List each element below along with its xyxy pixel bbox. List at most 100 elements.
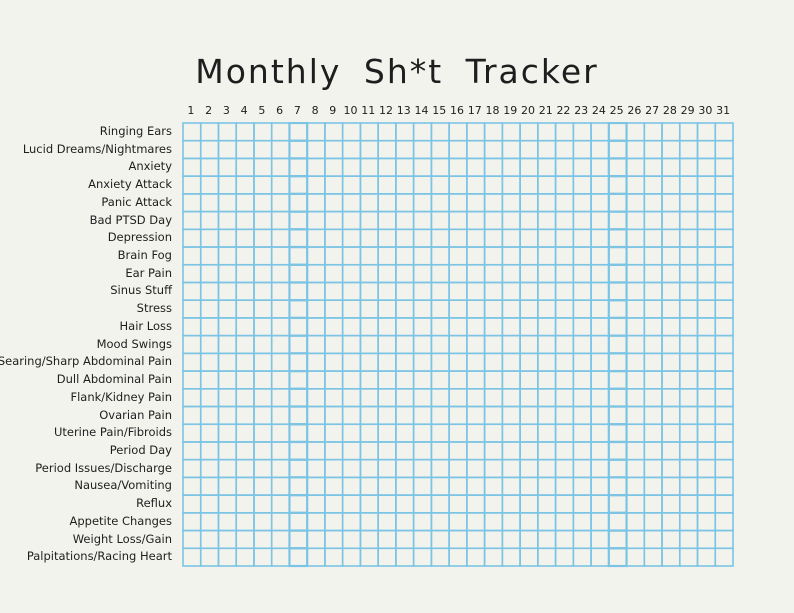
tracker-cell[interactable] — [306, 334, 326, 355]
tracker-cell[interactable] — [466, 246, 486, 266]
tracker-cell[interactable] — [661, 405, 681, 426]
tracker-cell[interactable] — [359, 175, 379, 195]
tracker-cell[interactable] — [466, 405, 486, 426]
tracker-cell[interactable] — [537, 352, 557, 372]
tracker-cell[interactable] — [643, 352, 663, 372]
tracker-cell[interactable] — [235, 370, 255, 390]
tracker-cell[interactable] — [199, 246, 220, 266]
tracker-cell[interactable] — [182, 370, 202, 390]
tracker-cell[interactable] — [253, 441, 273, 461]
tracker-cell[interactable] — [554, 352, 575, 372]
tracker-cell[interactable] — [554, 387, 575, 408]
tracker-cell[interactable] — [217, 139, 238, 160]
tracker-cell[interactable] — [324, 529, 344, 550]
tracker-cell[interactable] — [625, 122, 646, 142]
tracker-cell[interactable] — [519, 441, 539, 461]
tracker-cell[interactable] — [377, 512, 397, 532]
tracker-cell[interactable] — [696, 139, 717, 160]
tracker-cell[interactable] — [412, 193, 433, 213]
tracker-cell[interactable] — [395, 441, 415, 461]
tracker-cell[interactable] — [643, 210, 663, 231]
tracker-cell[interactable] — [270, 263, 291, 284]
tracker-cell[interactable] — [324, 334, 344, 355]
tracker-cell[interactable] — [714, 352, 734, 372]
tracker-cell[interactable] — [607, 263, 628, 284]
tracker-cell[interactable] — [430, 476, 450, 496]
tracker-cell[interactable] — [696, 387, 717, 408]
tracker-cell[interactable] — [395, 139, 415, 160]
tracker-cell[interactable] — [537, 175, 557, 195]
tracker-cell[interactable] — [483, 547, 504, 567]
tracker-cell[interactable] — [483, 317, 504, 337]
tracker-cell[interactable] — [572, 512, 592, 532]
tracker-cell[interactable] — [661, 458, 681, 479]
tracker-cell[interactable] — [590, 405, 610, 426]
tracker-cell[interactable] — [483, 370, 504, 390]
tracker-cell[interactable] — [696, 334, 717, 355]
tracker-cell[interactable] — [235, 281, 255, 301]
tracker-cell[interactable] — [288, 192, 309, 213]
tracker-cell[interactable] — [466, 334, 486, 355]
tracker-cell[interactable] — [607, 139, 628, 160]
tracker-cell[interactable] — [643, 370, 663, 390]
tracker-cell[interactable] — [696, 193, 717, 213]
tracker-cell[interactable] — [270, 210, 291, 231]
tracker-cell[interactable] — [217, 405, 238, 426]
tracker-cell[interactable] — [537, 299, 557, 319]
tracker-cell[interactable] — [341, 334, 362, 355]
tracker-cell[interactable] — [270, 157, 291, 177]
tracker-cell[interactable] — [590, 334, 610, 355]
tracker-cell[interactable] — [253, 458, 273, 479]
tracker-cell[interactable] — [519, 334, 539, 355]
tracker-cell[interactable] — [696, 122, 717, 142]
tracker-cell[interactable] — [182, 405, 202, 426]
tracker-cell[interactable] — [466, 547, 486, 567]
tracker-cell[interactable] — [714, 317, 734, 337]
tracker-cell[interactable] — [395, 317, 415, 337]
tracker-cell[interactable] — [572, 122, 592, 142]
tracker-cell[interactable] — [643, 458, 663, 479]
tracker-cell[interactable] — [448, 476, 468, 496]
tracker-cell[interactable] — [430, 299, 450, 319]
tracker-cell[interactable] — [607, 210, 628, 231]
tracker-cell[interactable] — [643, 263, 663, 284]
tracker-cell[interactable] — [359, 405, 379, 426]
tracker-cell[interactable] — [253, 476, 273, 496]
tracker-cell[interactable] — [554, 193, 575, 213]
tracker-cell[interactable] — [377, 122, 397, 142]
tracker-cell[interactable] — [341, 139, 362, 160]
tracker-cell[interactable] — [217, 370, 238, 390]
tracker-cell[interactable] — [696, 476, 717, 496]
tracker-cell[interactable] — [341, 122, 362, 142]
tracker-cell[interactable] — [537, 512, 557, 532]
tracker-cell[interactable] — [448, 547, 468, 567]
tracker-cell[interactable] — [661, 281, 681, 301]
tracker-cell[interactable] — [359, 476, 379, 496]
tracker-cell[interactable] — [430, 228, 450, 248]
tracker-cell[interactable] — [395, 352, 415, 372]
tracker-cell[interactable] — [696, 370, 717, 390]
tracker-cell[interactable] — [217, 193, 238, 213]
tracker-cell[interactable] — [696, 423, 717, 443]
tracker-cell[interactable] — [395, 370, 415, 390]
tracker-cell[interactable] — [253, 157, 273, 177]
tracker-cell[interactable] — [377, 529, 397, 550]
tracker-cell[interactable] — [607, 352, 628, 373]
tracker-cell[interactable] — [235, 476, 255, 496]
tracker-cell[interactable] — [253, 547, 273, 567]
tracker-cell[interactable] — [253, 122, 273, 142]
tracker-cell[interactable] — [359, 512, 379, 532]
tracker-cell[interactable] — [572, 210, 592, 231]
tracker-cell[interactable] — [572, 405, 592, 426]
tracker-cell[interactable] — [466, 157, 486, 177]
tracker-cell[interactable] — [324, 387, 344, 408]
tracker-cell[interactable] — [607, 547, 628, 568]
tracker-cell[interactable] — [270, 494, 291, 514]
tracker-cell[interactable] — [182, 317, 202, 337]
tracker-cell[interactable] — [448, 281, 468, 301]
tracker-cell[interactable] — [466, 299, 486, 319]
tracker-cell[interactable] — [341, 547, 362, 567]
tracker-cell[interactable] — [341, 175, 362, 195]
tracker-cell[interactable] — [324, 263, 344, 284]
tracker-cell[interactable] — [678, 122, 699, 142]
